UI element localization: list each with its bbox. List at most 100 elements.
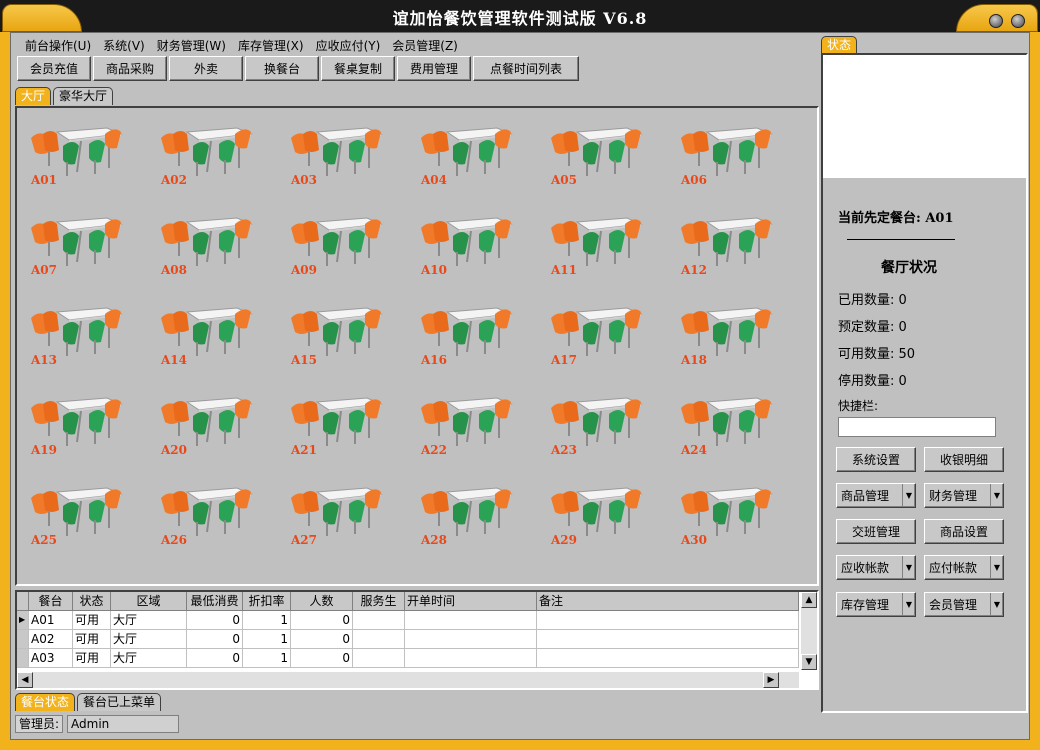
table-a10[interactable]: A10 [419, 212, 519, 292]
member-management-button[interactable]: 会员管理 ▼ [924, 592, 1004, 617]
table-a02[interactable]: A02 [159, 122, 259, 202]
table-a18[interactable]: A18 [679, 302, 779, 382]
expense-button[interactable]: 费用管理 [397, 56, 471, 81]
purchase-button[interactable]: 商品采购 [93, 56, 167, 81]
product-settings-button[interactable]: 商品设置 [924, 519, 1004, 544]
scroll-left-icon[interactable]: ◀ [17, 672, 33, 688]
menu-receivables[interactable]: 应收应付(Y) [310, 35, 387, 55]
grid-cell[interactable]: A02 [29, 630, 73, 649]
grid-header-table[interactable]: 餐台 [29, 592, 73, 611]
grid-cell[interactable]: 1 [243, 630, 291, 649]
grid-cell[interactable]: A03 [29, 649, 73, 668]
grid-horizontal-scrollbar[interactable]: ◀ ▶ [17, 672, 799, 688]
scroll-down-icon[interactable]: ▼ [801, 654, 817, 670]
table-a05[interactable]: A05 [549, 122, 649, 202]
dropdown-arrow-icon[interactable]: ▼ [990, 556, 1003, 579]
grid-cell[interactable]: 1 [243, 649, 291, 668]
table-a25[interactable]: A25 [29, 482, 129, 562]
table-a24[interactable]: A24 [679, 392, 779, 472]
payables-button[interactable]: 应付帐款 ▼ [924, 555, 1004, 580]
tab-status[interactable]: 状态 [821, 36, 858, 54]
order-time-list-button[interactable]: 点餐时间列表 [473, 56, 579, 81]
grid-header-area[interactable]: 区域 [111, 592, 187, 611]
table-a15[interactable]: A15 [289, 302, 389, 382]
grid-cell[interactable]: 0 [187, 630, 243, 649]
table-a13[interactable]: A13 [29, 302, 129, 382]
menu-front-desk[interactable]: 前台操作(U) [19, 35, 97, 55]
grid-cell[interactable]: 可用 [73, 630, 111, 649]
table-a28[interactable]: A28 [419, 482, 519, 562]
grid-cell[interactable] [537, 611, 799, 630]
table-a09[interactable]: A09 [289, 212, 389, 292]
table-row[interactable]: A02 可用 大厅 0 1 0 [17, 630, 799, 649]
grid-cell[interactable]: 0 [187, 649, 243, 668]
table-a16[interactable]: A16 [419, 302, 519, 382]
grid-cell[interactable]: 大厅 [111, 649, 187, 668]
copy-table-button[interactable]: 餐桌复制 [321, 56, 395, 81]
grid-cell[interactable]: 0 [291, 630, 353, 649]
quick-bar-input[interactable] [838, 417, 996, 437]
grid-header-notes[interactable]: 备注 [537, 592, 799, 611]
finance-management-button[interactable]: 财务管理 ▼ [924, 483, 1004, 508]
table-a30[interactable]: A30 [679, 482, 779, 562]
grid-cell[interactable]: 可用 [73, 611, 111, 630]
grid-cell[interactable]: 可用 [73, 649, 111, 668]
table-a29[interactable]: A29 [549, 482, 649, 562]
dropdown-arrow-icon[interactable]: ▼ [990, 593, 1003, 616]
table-a17[interactable]: A17 [549, 302, 649, 382]
tab-table-status[interactable]: 餐台状态 [15, 693, 76, 711]
tab-luxury-hall[interactable]: 豪华大厅 [53, 87, 114, 105]
dropdown-arrow-icon[interactable]: ▼ [902, 556, 915, 579]
receivables-button[interactable]: 应收帐款 ▼ [836, 555, 916, 580]
menu-inventory[interactable]: 库存管理(X) [232, 35, 310, 55]
scroll-up-icon[interactable]: ▲ [801, 592, 817, 608]
menu-members[interactable]: 会员管理(Z) [386, 35, 464, 55]
grid-header-discount[interactable]: 折扣率 [243, 592, 291, 611]
grid-header-status[interactable]: 状态 [73, 592, 111, 611]
grid-cell[interactable]: 0 [291, 611, 353, 630]
tab-hall[interactable]: 大厅 [15, 87, 52, 105]
table-a26[interactable]: A26 [159, 482, 259, 562]
grid-cell[interactable] [537, 630, 799, 649]
table-a14[interactable]: A14 [159, 302, 259, 382]
system-settings-button[interactable]: 系统设置 [836, 447, 916, 472]
table-a11[interactable]: A11 [549, 212, 649, 292]
grid-header-waiter[interactable]: 服务生 [353, 592, 405, 611]
takeout-button[interactable]: 外卖 [169, 56, 243, 81]
scroll-right-icon[interactable]: ▶ [763, 672, 779, 688]
grid-cell[interactable] [353, 630, 405, 649]
grid-header-min-spend[interactable]: 最低消费 [187, 592, 243, 611]
table-row[interactable]: A03 可用 大厅 0 1 0 [17, 649, 799, 668]
grid-cell[interactable] [405, 649, 537, 668]
table-a12[interactable]: A12 [679, 212, 779, 292]
inventory-management-button[interactable]: 库存管理 ▼ [836, 592, 916, 617]
cashier-detail-button[interactable]: 收银明细 [924, 447, 1004, 472]
grid-header-open-time[interactable]: 开单时间 [405, 592, 537, 611]
grid-cell[interactable] [353, 611, 405, 630]
product-management-button[interactable]: 商品管理 ▼ [836, 483, 916, 508]
grid-vertical-scrollbar[interactable]: ▲ ▼ [801, 592, 817, 670]
grid-cell[interactable]: A01 [29, 611, 73, 630]
table-a01[interactable]: A01 [29, 122, 129, 202]
table-a04[interactable]: A04 [419, 122, 519, 202]
dropdown-arrow-icon[interactable]: ▼ [902, 593, 915, 616]
table-a06[interactable]: A06 [679, 122, 779, 202]
menu-finance[interactable]: 财务管理(W) [151, 35, 232, 55]
grid-cell[interactable]: 大厅 [111, 630, 187, 649]
table-a27[interactable]: A27 [289, 482, 389, 562]
grid-cell[interactable] [537, 649, 799, 668]
member-recharge-button[interactable]: 会员充值 [17, 56, 91, 81]
change-table-button[interactable]: 换餐台 [245, 56, 319, 81]
tab-served-menu[interactable]: 餐台已上菜单 [77, 693, 162, 711]
table-a20[interactable]: A20 [159, 392, 259, 472]
table-a19[interactable]: A19 [29, 392, 129, 472]
table-a07[interactable]: A07 [29, 212, 129, 292]
grid-header-people[interactable]: 人数 [291, 592, 353, 611]
grid-cell[interactable]: 1 [243, 611, 291, 630]
dropdown-arrow-icon[interactable]: ▼ [902, 484, 915, 507]
table-a22[interactable]: A22 [419, 392, 519, 472]
grid-cell[interactable]: 0 [187, 611, 243, 630]
table-a23[interactable]: A23 [549, 392, 649, 472]
shift-handover-button[interactable]: 交班管理 [836, 519, 916, 544]
dropdown-arrow-icon[interactable]: ▼ [990, 484, 1003, 507]
